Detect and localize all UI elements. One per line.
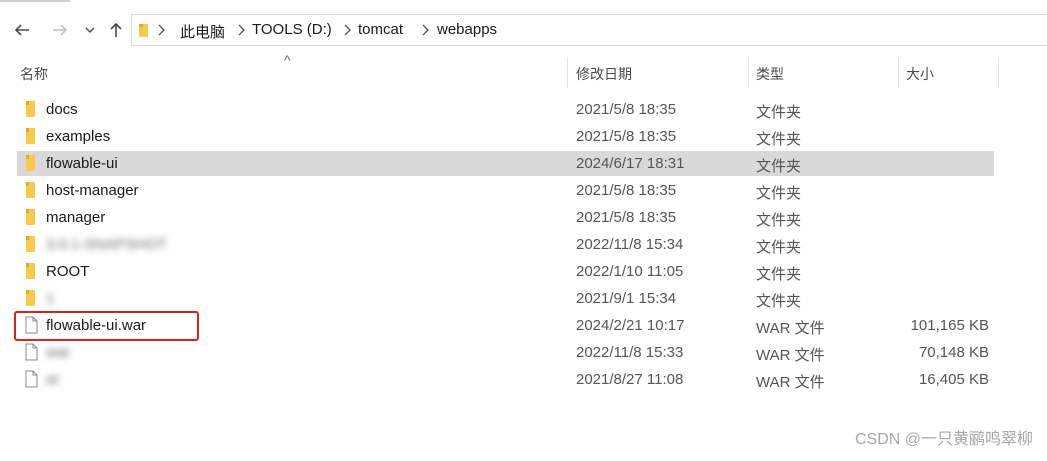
file-row[interactable]: docs 2021/5/8 18:35 文件夹 bbox=[0, 96, 1047, 123]
file-list: docs 2021/5/8 18:35 文件夹 examples 2021/5/8 18… bbox=[0, 96, 1047, 393]
folder-icon bbox=[22, 289, 40, 307]
file-type: WAR 文件 bbox=[756, 347, 825, 364]
selection-highlight bbox=[17, 151, 994, 176]
file-row[interactable]: host-manager 2021/5/8 18:35 文件夹 bbox=[0, 177, 1047, 204]
column-header-type[interactable]: 类型 bbox=[756, 64, 784, 84]
file-row[interactable]: manager 2021/5/8 18:35 文件夹 bbox=[0, 204, 1047, 231]
chevron-right-icon[interactable] bbox=[420, 23, 430, 42]
file-row[interactable]: examples 2021/5/8 18:35 文件夹 bbox=[0, 123, 1047, 150]
file-row[interactable]: 1 2021/9/1 15:34 文件夹 bbox=[0, 285, 1047, 312]
file-date: 2021/5/8 18:35 bbox=[576, 209, 677, 226]
column-header-date[interactable]: 修改日期 bbox=[576, 64, 632, 84]
file-date: 2024/2/21 10:17 bbox=[576, 317, 685, 334]
file-name[interactable]: examples bbox=[46, 128, 110, 145]
chevron-down-icon[interactable] bbox=[80, 18, 100, 42]
file-type: 文件夹 bbox=[756, 185, 802, 202]
file-name[interactable]: war bbox=[46, 344, 70, 361]
file-icon bbox=[22, 343, 40, 361]
file-name[interactable]: flowable-ui bbox=[46, 155, 118, 172]
column-header-size[interactable]: 大小 bbox=[906, 64, 934, 84]
file-size: 70,148 KB bbox=[918, 344, 989, 361]
file-type: 文件夹 bbox=[756, 158, 802, 175]
arrow-up-icon[interactable] bbox=[104, 18, 128, 42]
file-type: 文件夹 bbox=[756, 104, 802, 121]
file-name[interactable]: ar bbox=[46, 371, 59, 388]
folder-icon bbox=[22, 181, 40, 199]
column-header-bar: ^ 名称 修改日期 类型 大小 bbox=[0, 52, 1047, 88]
file-name[interactable]: docs bbox=[46, 101, 78, 118]
file-date: 2022/1/10 11:05 bbox=[576, 263, 684, 280]
file-row[interactable]: ROOT 2022/1/10 11:05 文件夹 bbox=[0, 258, 1047, 285]
file-name[interactable]: ROOT bbox=[46, 263, 89, 280]
file-row[interactable]: 3.0.1-SNAPSHOT 2022/11/8 15:34 文件夹 bbox=[0, 231, 1047, 258]
chevron-right-icon[interactable] bbox=[236, 23, 246, 42]
breadcrumb-this-pc[interactable]: 此电脑 bbox=[180, 21, 225, 42]
file-type: 文件夹 bbox=[756, 239, 802, 256]
file-size: 16,405 KB bbox=[918, 371, 989, 388]
sort-up-icon: ^ bbox=[284, 52, 291, 68]
column-divider[interactable] bbox=[898, 58, 899, 88]
file-date: 2021/5/8 18:35 bbox=[576, 128, 677, 145]
file-name[interactable]: 1 bbox=[46, 290, 54, 307]
arrow-left-icon[interactable] bbox=[10, 18, 34, 42]
column-divider[interactable] bbox=[748, 58, 749, 88]
breadcrumb-webapps[interactable]: webapps bbox=[437, 21, 497, 38]
file-row[interactable]: war 2022/11/8 15:33 WAR 文件 70,148 KB bbox=[0, 339, 1047, 366]
address-bar[interactable]: 此电脑 TOOLS (D:) tomcat webapps bbox=[131, 14, 1047, 46]
file-type: 文件夹 bbox=[756, 212, 802, 229]
file-row[interactable]: flowable-ui 2024/6/17 18:31 文件夹 bbox=[0, 150, 1047, 177]
navigation-bar: 此电脑 TOOLS (D:) tomcat webapps bbox=[0, 8, 1047, 52]
file-type: 文件夹 bbox=[756, 293, 802, 310]
chevron-right-icon[interactable] bbox=[156, 23, 166, 42]
file-date: 2024/6/17 18:31 bbox=[576, 155, 685, 172]
folder-icon bbox=[22, 127, 40, 145]
folder-icon bbox=[22, 235, 40, 253]
folder-icon bbox=[22, 100, 40, 118]
column-divider[interactable] bbox=[998, 58, 999, 88]
file-name[interactable]: 3.0.1-SNAPSHOT bbox=[46, 236, 167, 253]
column-divider[interactable] bbox=[567, 58, 568, 88]
folder-icon bbox=[22, 208, 40, 226]
file-date: 2022/11/8 15:33 bbox=[576, 344, 684, 361]
folder-icon bbox=[22, 154, 40, 172]
file-type: 文件夹 bbox=[756, 131, 802, 148]
file-row[interactable]: ar 2021/8/27 11:08 WAR 文件 16,405 KB bbox=[0, 366, 1047, 393]
file-date: 2022/11/8 15:34 bbox=[576, 236, 684, 253]
watermark: CSDN @一只黄鹂鸣翠柳 bbox=[854, 431, 1033, 448]
file-date: 2021/8/27 11:08 bbox=[576, 371, 684, 388]
breadcrumb-drive[interactable]: TOOLS (D:) bbox=[252, 21, 332, 38]
file-type: 文件夹 bbox=[756, 266, 802, 283]
chevron-right-icon[interactable] bbox=[342, 23, 352, 42]
arrow-right-icon[interactable] bbox=[48, 18, 72, 42]
file-size: 101,165 KB bbox=[910, 317, 989, 334]
column-header-name[interactable]: 名称 bbox=[20, 64, 48, 84]
file-date: 2021/5/8 18:35 bbox=[576, 182, 677, 199]
file-type: WAR 文件 bbox=[756, 320, 825, 337]
window-top-edge bbox=[0, 0, 70, 2]
file-date: 2021/5/8 18:35 bbox=[576, 101, 677, 118]
breadcrumb-tomcat[interactable]: tomcat bbox=[358, 21, 403, 38]
folder-icon bbox=[138, 22, 152, 43]
file-date: 2021/9/1 15:34 bbox=[576, 290, 677, 307]
file-icon bbox=[22, 370, 40, 388]
folder-icon bbox=[22, 262, 40, 280]
file-name[interactable]: manager bbox=[46, 209, 105, 226]
file-type: WAR 文件 bbox=[756, 374, 825, 391]
file-name[interactable]: host-manager bbox=[46, 182, 139, 199]
highlight-box bbox=[14, 311, 199, 341]
